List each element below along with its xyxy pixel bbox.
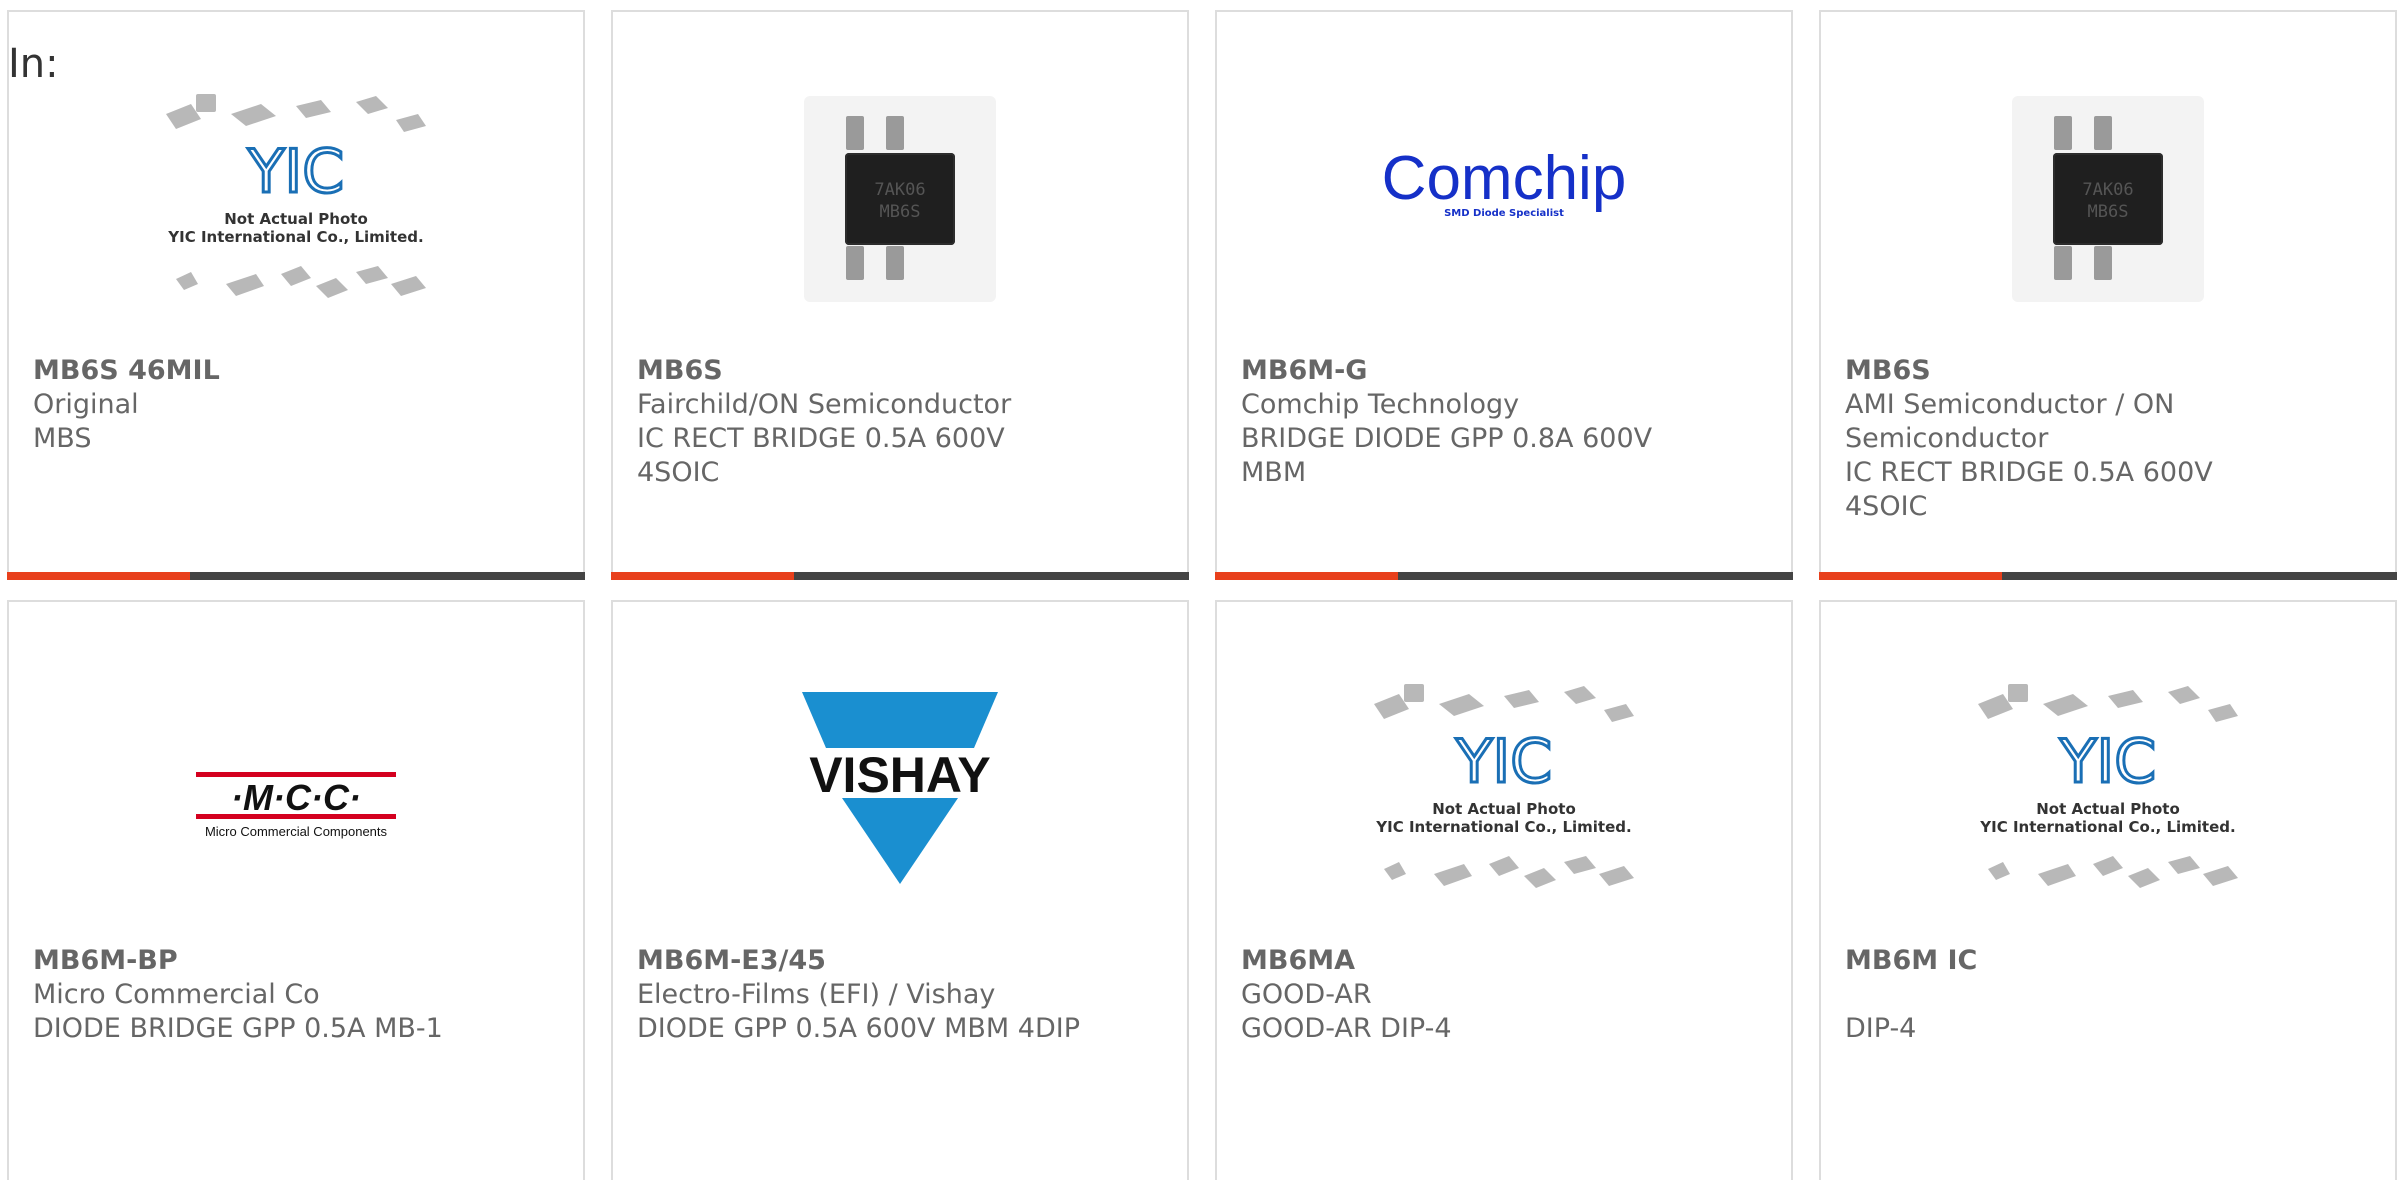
product-line: Comchip Technology [1241, 389, 1520, 420]
vishay-logo: VISHAY [802, 692, 998, 884]
product-info: MB6S AMI Semiconductor / ON Semiconducto… [1845, 354, 2375, 524]
product-line: DIODE GPP 0.5A 600V MBM 4DIP [637, 1013, 1080, 1044]
card-accent-bar [1215, 572, 1793, 580]
svg-text:YIC: YIC [247, 137, 344, 207]
product-card[interactable]: 7AK06 MB6S MB6S AMI Semiconductor / ON Se… [1819, 10, 2397, 580]
product-line: Original [33, 389, 139, 420]
chip-icon: 7AK06 MB6S [845, 153, 955, 245]
product-info: MB6M-G Comchip Technology BRIDGE DIODE G… [1241, 354, 1771, 490]
product-image[interactable]: Comchip SMD Diode Specialist [1364, 74, 1644, 324]
part-number[interactable]: MB6M IC [1845, 944, 2375, 978]
mcc-logo: ·M·C·C· Micro Commercial Components [196, 772, 396, 839]
product-info: MB6S 46MIL Original MBS [33, 354, 563, 456]
product-image[interactable]: 7AK06 MB6S [1968, 74, 2248, 324]
yic-placeholder-image: YIC Not Actual Photo YIC International C… [1978, 684, 2238, 888]
product-image[interactable]: YIC Not Actual Photo YIC International C… [156, 74, 436, 324]
svg-text:VISHAY: VISHAY [809, 747, 991, 803]
product-line: AMI Semiconductor / ON [1845, 389, 2175, 420]
product-card[interactable]: YIC Not Actual Photo YIC International C… [7, 10, 585, 580]
product-line: 4SOIC [1845, 491, 1928, 522]
product-line: Micro Commercial Co [33, 979, 320, 1010]
yic-placeholder-image: YIC Not Actual Photo YIC International C… [166, 94, 426, 298]
comchip-logo: Comchip SMD Diode Specialist [1382, 144, 1627, 219]
image-caption: YIC International Co., Limited. [1979, 818, 2235, 836]
product-line: Electro-Films (EFI) / Vishay [637, 979, 996, 1010]
svg-text:·M·C·C·: ·M·C·C· [231, 777, 361, 818]
product-line: IC RECT BRIDGE 0.5A 600V [1845, 457, 2213, 488]
card-accent-bar [1819, 572, 2397, 580]
image-caption: YIC International Co., Limited. [167, 228, 423, 246]
svg-text:Comchip: Comchip [1382, 144, 1627, 213]
svg-text:Micro Commercial Components: Micro Commercial Components [205, 824, 388, 839]
part-number[interactable]: MB6M-E3/45 [637, 944, 1167, 978]
product-info: MB6S Fairchild/ON Semiconductor IC RECT … [637, 354, 1167, 490]
part-number[interactable]: MB6S [637, 354, 1167, 388]
product-line: GOOD-AR DIP-4 [1241, 1013, 1452, 1044]
product-line: Fairchild/ON Semiconductor [637, 389, 1012, 420]
product-line: GOOD-AR [1241, 979, 1372, 1010]
product-line: MBM [1241, 457, 1307, 488]
part-number[interactable]: MB6M-BP [33, 944, 563, 978]
product-image[interactable]: 7AK06 MB6S [760, 74, 1040, 324]
product-card[interactable]: YIC Not Actual Photo YIC International C… [1819, 600, 2397, 1180]
product-card[interactable]: VISHAY MB6M-E3/45 Electro-Films (EFI) / … [611, 600, 1189, 1180]
product-info: MB6M-E3/45 Electro-Films (EFI) / Vishay … [637, 944, 1167, 1046]
svg-text:YIC: YIC [2059, 727, 2156, 797]
part-number[interactable]: MB6MA [1241, 944, 1771, 978]
product-line: DIP-4 [1845, 1013, 1917, 1044]
card-accent-bar [7, 572, 585, 580]
image-caption: Not Actual Photo [1432, 800, 1576, 818]
product-card[interactable]: ·M·C·C· Micro Commercial Components MB6M… [7, 600, 585, 1180]
image-caption: YIC International Co., Limited. [1375, 818, 1631, 836]
card-accent-bar [611, 572, 1189, 580]
part-number[interactable]: MB6S [1845, 354, 2375, 388]
product-info: MB6M IC DIP-4 [1845, 944, 2375, 1046]
product-line: MBS [33, 423, 92, 454]
product-image[interactable]: YIC Not Actual Photo YIC International C… [1968, 664, 2248, 914]
product-line: BRIDGE DIODE GPP 0.8A 600V [1241, 423, 1653, 454]
product-card[interactable]: Comchip SMD Diode Specialist MB6M-G Comc… [1215, 10, 1793, 580]
product-line: Semiconductor [1845, 423, 2049, 454]
product-card[interactable]: YIC Not Actual Photo YIC International C… [1215, 600, 1793, 1180]
product-info: MB6M-BP Micro Commercial Co DIODE BRIDGE… [33, 944, 563, 1046]
product-line: DIODE BRIDGE GPP 0.5A MB-1 [33, 1013, 443, 1044]
product-image[interactable]: VISHAY [760, 664, 1040, 914]
product-line: IC RECT BRIDGE 0.5A 600V [637, 423, 1005, 454]
svg-text:SMD Diode Specialist: SMD Diode Specialist [1444, 208, 1564, 219]
in-label: In: [8, 41, 59, 87]
image-caption: Not Actual Photo [224, 210, 368, 228]
product-line: 4SOIC [637, 457, 720, 488]
part-number[interactable]: MB6M-G [1241, 354, 1771, 388]
product-image[interactable]: ·M·C·C· Micro Commercial Components [156, 664, 436, 914]
chip-icon: 7AK06 MB6S [2053, 153, 2163, 245]
part-number[interactable]: MB6S 46MIL [33, 354, 563, 388]
product-image[interactable]: YIC Not Actual Photo YIC International C… [1364, 664, 1644, 914]
product-card[interactable]: 7AK06 MB6S MB6S Fairchild/ON Semiconducto… [611, 10, 1189, 580]
svg-text:YIC: YIC [1455, 727, 1552, 797]
product-line [1845, 978, 2375, 1012]
yic-placeholder-image: YIC Not Actual Photo YIC International C… [1374, 684, 1634, 888]
image-caption: Not Actual Photo [2036, 800, 2180, 818]
product-info: MB6MA GOOD-AR GOOD-AR DIP-4 [1241, 944, 1771, 1046]
